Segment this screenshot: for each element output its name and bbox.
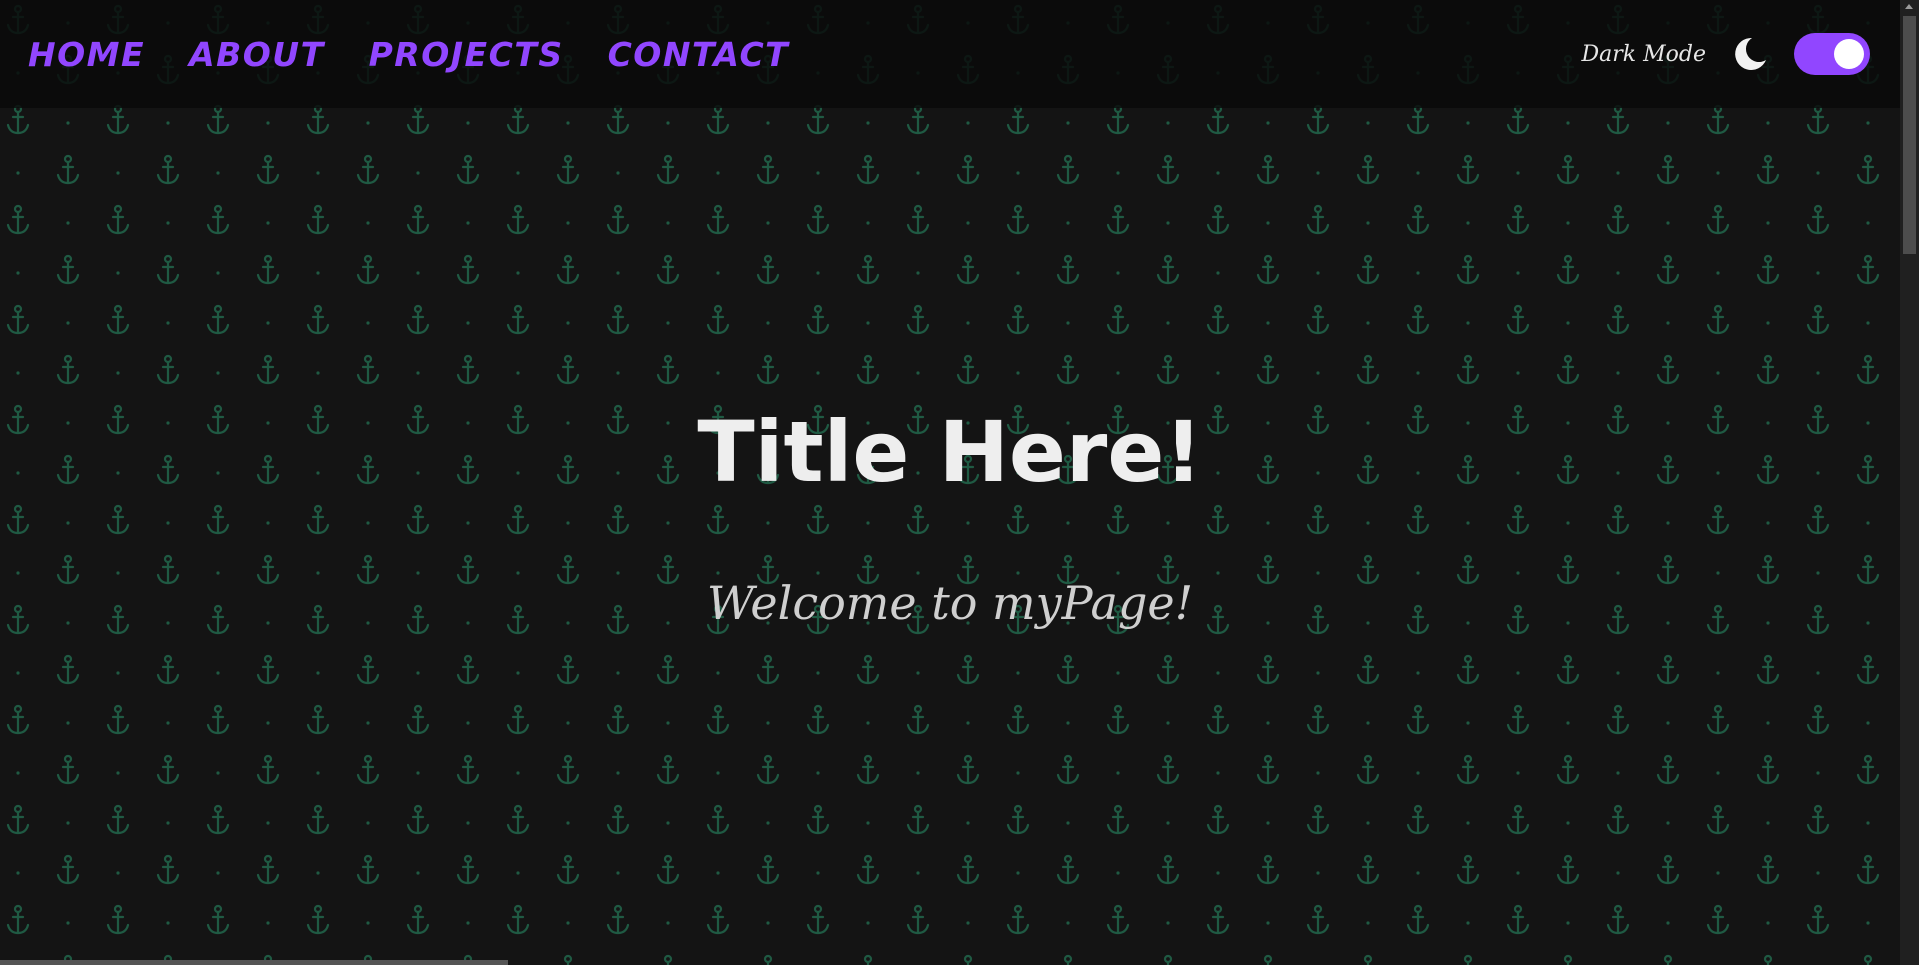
toggle-knob <box>1834 39 1864 69</box>
hero-title: Title Here! <box>697 403 1203 501</box>
page: HOME ABOUT PROJECTS CONTACT Dark Mode Ti… <box>0 0 1919 965</box>
nav-link-projects[interactable]: PROJECTS <box>369 35 564 74</box>
moon-icon <box>1730 34 1770 74</box>
vertical-scrollbar-thumb[interactable] <box>1903 16 1916 254</box>
hero-subtitle: Welcome to myPage! <box>706 576 1194 630</box>
dark-mode-control: Dark Mode <box>1582 33 1870 75</box>
nav-link-about[interactable]: ABOUT <box>189 35 325 74</box>
nav-link-home[interactable]: HOME <box>28 35 145 74</box>
navbar: HOME ABOUT PROJECTS CONTACT Dark Mode <box>0 0 1900 108</box>
scroll-up-arrow-icon[interactable] <box>1905 4 1913 9</box>
vertical-scrollbar[interactable] <box>1900 0 1919 965</box>
horizontal-scrollbar-thumb[interactable] <box>0 960 508 965</box>
dark-mode-toggle[interactable] <box>1794 33 1870 75</box>
nav-links: HOME ABOUT PROJECTS CONTACT <box>28 35 789 74</box>
nav-link-contact[interactable]: CONTACT <box>608 35 790 74</box>
dark-mode-label: Dark Mode <box>1581 41 1706 67</box>
horizontal-scrollbar[interactable] <box>0 960 1900 965</box>
